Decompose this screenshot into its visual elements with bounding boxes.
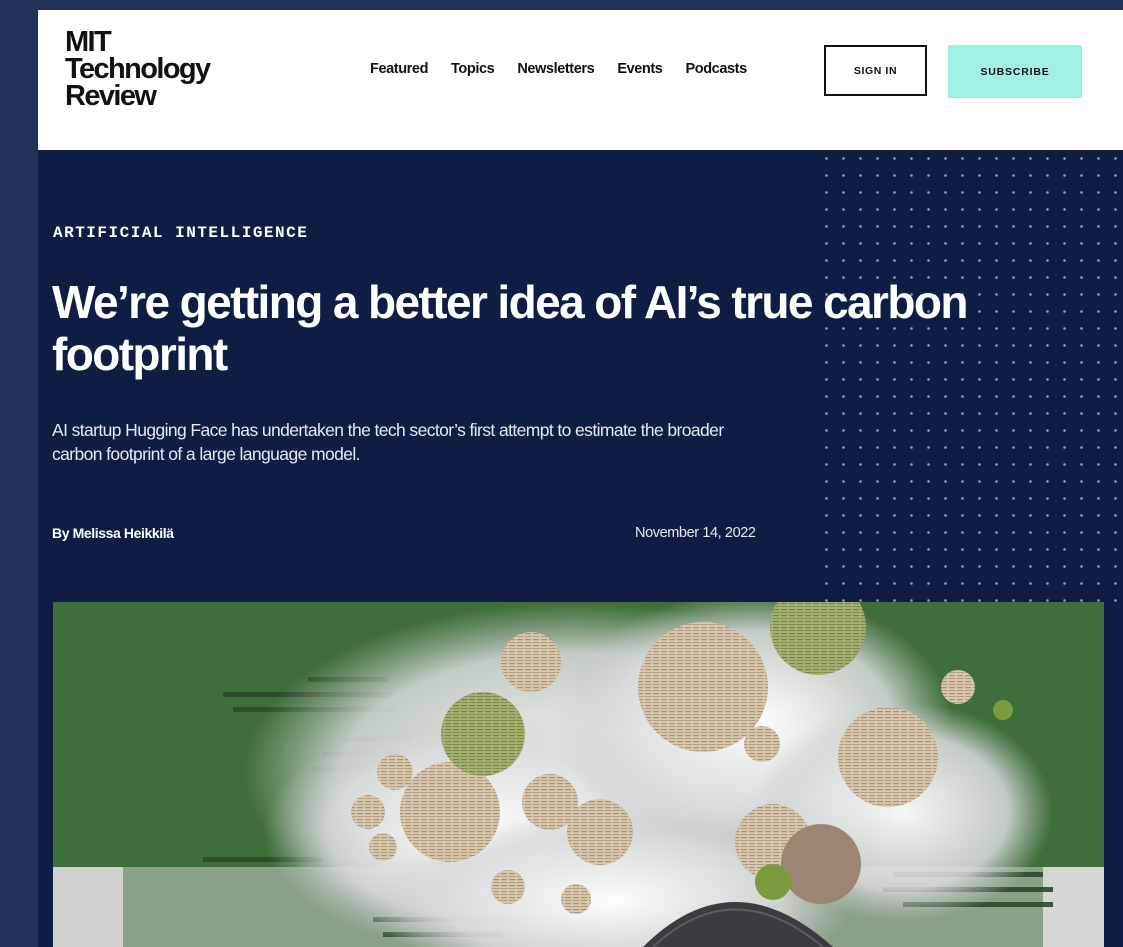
logo-line-1: MIT (65, 26, 112, 58)
dot-pattern-decoration (818, 150, 1123, 610)
article-dek: AI startup Hugging Face has undertaken t… (52, 420, 724, 464)
nav-item-newsletters[interactable]: Newsletters (517, 61, 594, 77)
site-logo[interactable]: MIT Technology Review (65, 26, 211, 112)
subscribe-button[interactable]: SUBSCRIBE (948, 45, 1082, 98)
article-category[interactable]: ARTIFICIAL INTELLIGENCE (53, 224, 308, 242)
nav-item-topics[interactable]: Topics (451, 61, 495, 77)
nav-item-podcasts[interactable]: Podcasts (685, 61, 747, 77)
article-date: November 14, 2022 (635, 525, 756, 541)
article-page: MIT Technology Review Featured Topics Ne… (38, 10, 1123, 947)
nav-item-events[interactable]: Events (617, 61, 663, 77)
hero-illustration (53, 602, 1104, 947)
site-header: MIT Technology Review Featured Topics Ne… (38, 10, 1123, 150)
article-title: We’re getting a better idea of AI’s true… (52, 276, 968, 380)
nav-item-featured[interactable]: Featured (370, 61, 428, 77)
sign-in-button[interactable]: SIGN IN (824, 45, 927, 96)
collage-illustration (53, 602, 1104, 947)
article-byline[interactable]: By Melissa Heikkilä (52, 525, 174, 541)
logo-line-2: Technology (65, 53, 211, 85)
logo-line-3: Review (65, 80, 157, 112)
main-nav: Featured Topics Newsletters Events Podca… (370, 61, 747, 77)
